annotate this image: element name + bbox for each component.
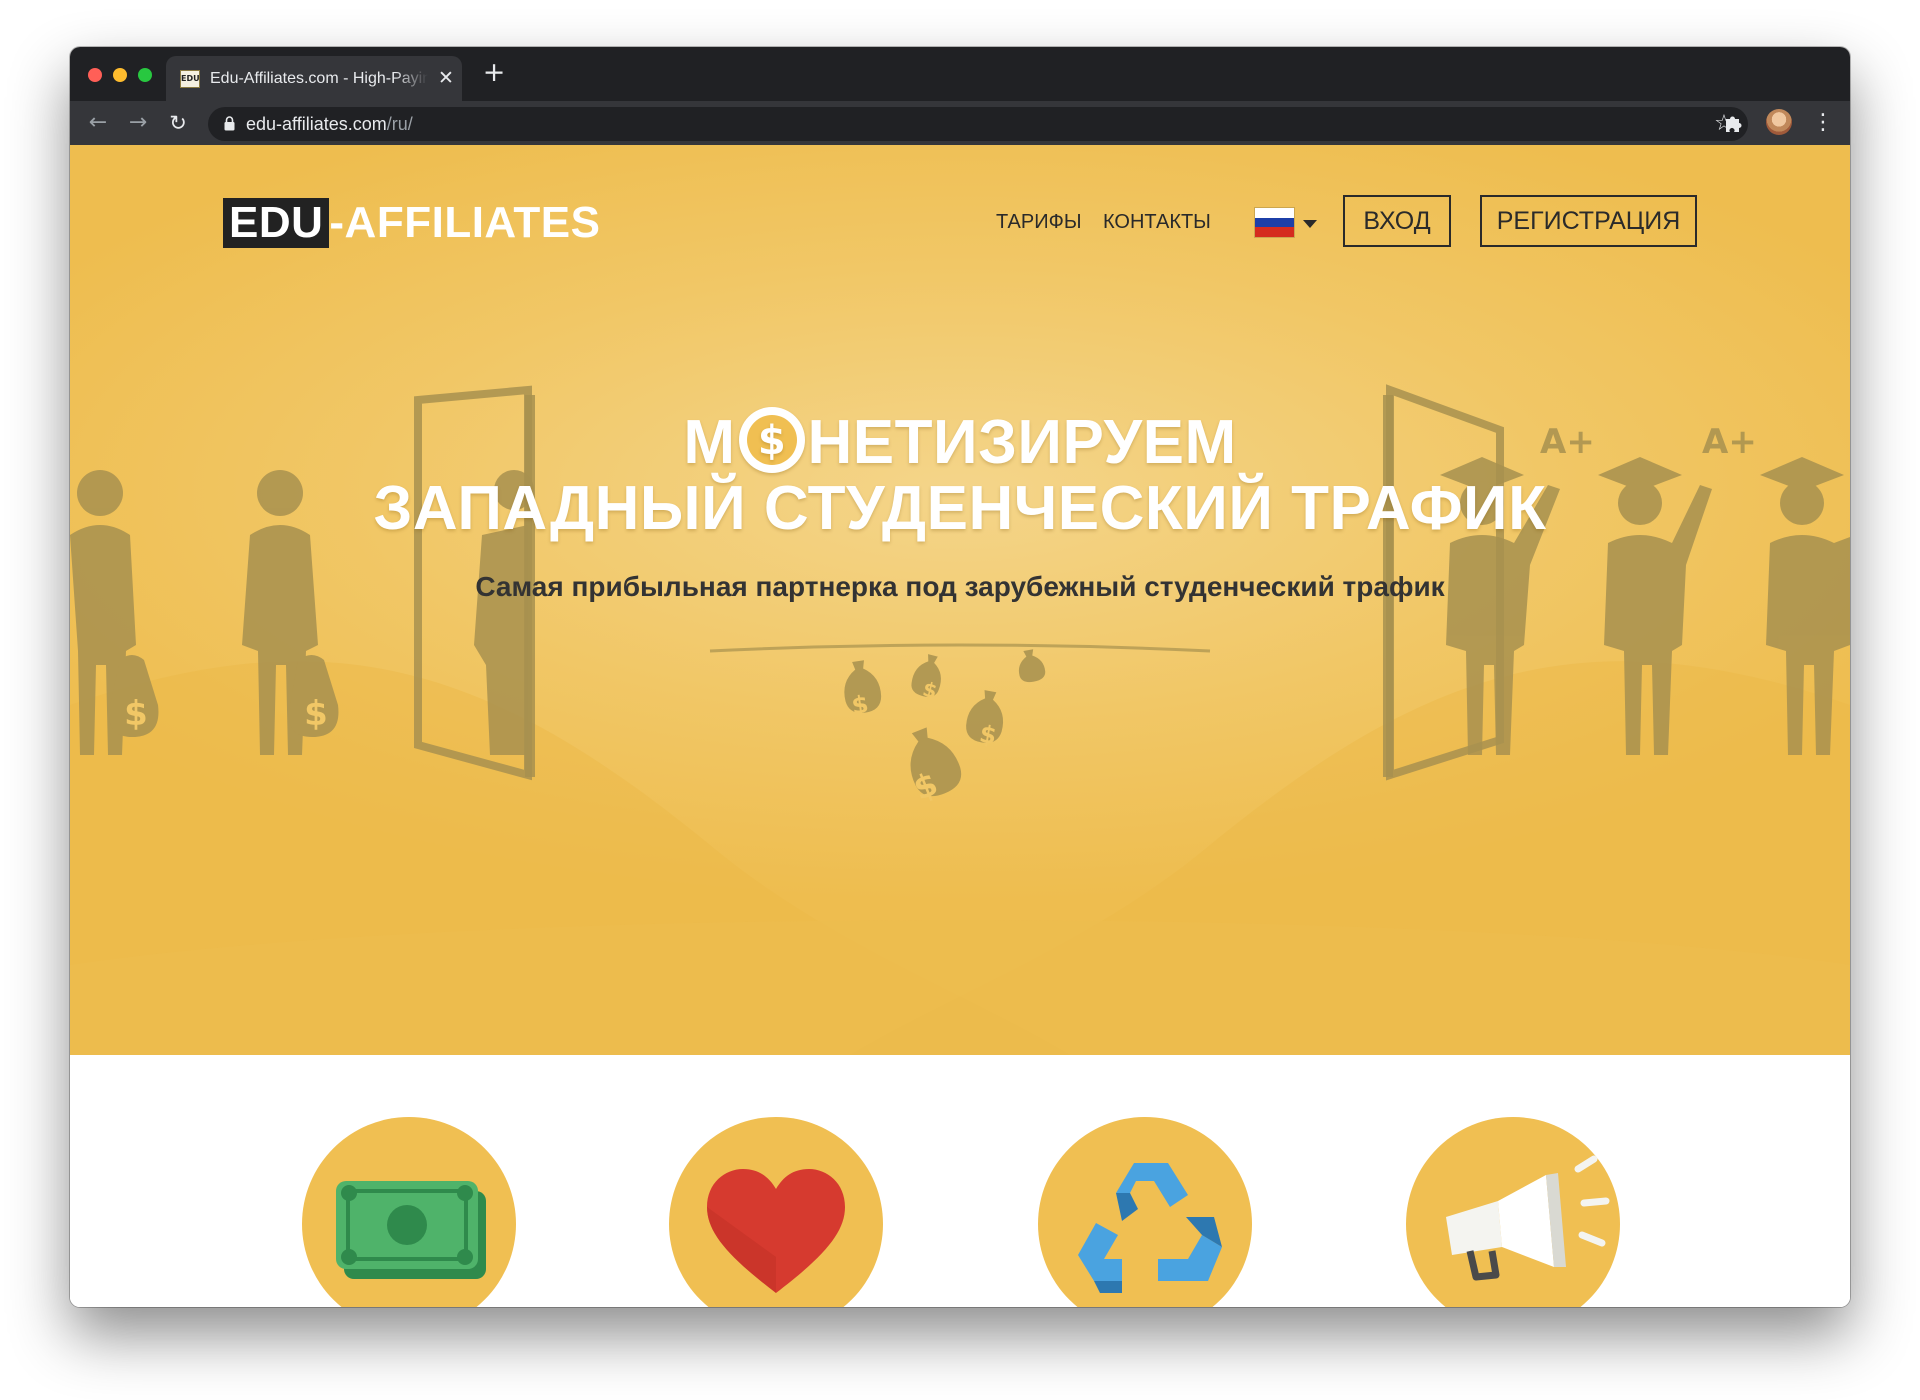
hero-title: М $ НЕТИЗИРУЕМ ЗАПАДНЫЙ СТУДЕНЧЕСКИЙ ТРАФИ… xyxy=(70,407,1850,542)
profile-avatar[interactable] xyxy=(1766,109,1792,135)
logo-edu: EDU xyxy=(223,198,330,248)
tab-title: Edu-Affiliates.com - High-Paying xyxy=(210,70,428,87)
nav-link-tariffs[interactable]: ТАРИФЫ xyxy=(996,209,1082,235)
close-tab-icon[interactable]: ✕ xyxy=(436,68,456,88)
browser-tab-active[interactable]: EDU Edu-Affiliates.com - High-Paying ✕ xyxy=(166,56,462,101)
svg-text:$: $ xyxy=(757,418,785,464)
dollar-coin-icon: $ xyxy=(738,407,805,473)
svg-text:$: $ xyxy=(977,720,998,750)
close-window-button[interactable] xyxy=(88,68,102,82)
reload-icon[interactable]: ↻ xyxy=(162,107,194,139)
caret-down-icon xyxy=(1303,220,1317,228)
svg-text:$: $ xyxy=(124,694,148,734)
heart-icon xyxy=(707,1169,845,1293)
new-tab-button[interactable]: + xyxy=(482,59,506,86)
maximize-window-button[interactable] xyxy=(138,68,152,82)
nav-link-contacts[interactable]: КОНТАКТЫ xyxy=(1103,209,1211,235)
favicon-icon: EDU xyxy=(180,70,200,88)
feature-money xyxy=(302,1117,516,1307)
browser-toolbar: ← → ↻ edu-affiliates.com/ru/ ☆ ⋮ xyxy=(70,101,1850,145)
back-icon[interactable]: ← xyxy=(82,107,114,139)
hero-subtitle: Самая прибыльная партнерка под зарубежны… xyxy=(475,571,1445,602)
lock-icon xyxy=(224,116,235,131)
page-viewport: $ $ A+ A+ $ $ $ $ EDU -AFFILIATES ТАРИФЫ… xyxy=(70,145,1850,1307)
register-button[interactable]: РЕГИСТРАЦИЯ xyxy=(1480,195,1697,247)
feature-megaphone xyxy=(1406,1117,1620,1307)
feature-heart xyxy=(669,1117,883,1307)
extensions-puzzle-icon[interactable] xyxy=(1722,111,1746,135)
browser-menu-icon[interactable]: ⋮ xyxy=(1812,109,1834,137)
url-text: edu-affiliates.com/ru/ xyxy=(246,114,413,134)
address-bar[interactable]: edu-affiliates.com/ru/ ☆ xyxy=(208,107,1748,141)
svg-text:$: $ xyxy=(304,694,328,734)
forward-icon[interactable]: → xyxy=(122,107,154,139)
russian-flag-icon xyxy=(1255,208,1294,237)
money-icon xyxy=(336,1181,486,1279)
language-selector[interactable] xyxy=(1255,208,1319,238)
recycle-icon xyxy=(1078,1163,1222,1293)
site-logo[interactable]: EDU -AFFILIATES xyxy=(223,198,601,248)
feature-recycle xyxy=(1038,1117,1252,1307)
hero-title-suffix: НЕТИЗИРУЕМ xyxy=(807,408,1237,477)
login-button[interactable]: ВХОД xyxy=(1343,195,1451,247)
hero-section: $ $ A+ A+ $ $ $ $ EDU -AFFILIATES ТАРИФЫ… xyxy=(70,145,1850,1055)
hero-title-line-1: М $ НЕТИЗИРУЕМ xyxy=(70,407,1850,476)
hero-title-line-2: ЗАПАДНЫЙ СТУДЕНЧЕСКИЙ ТРАФИК xyxy=(373,474,1547,543)
falling-money-bags xyxy=(844,649,1046,797)
browser-tab-strip: EDU Edu-Affiliates.com - High-Paying ✕ + xyxy=(70,47,1850,101)
logo-affiliates: -AFFILIATES xyxy=(329,198,601,247)
url-host: edu-affiliates.com xyxy=(246,114,387,134)
megaphone-icon xyxy=(1446,1155,1610,1281)
minimize-window-button[interactable] xyxy=(113,68,127,82)
browser-window: EDU Edu-Affiliates.com - High-Paying ✕ +… xyxy=(70,47,1850,1307)
url-path: /ru/ xyxy=(386,114,413,134)
features-section xyxy=(70,1055,1850,1307)
hero-title-prefix: М xyxy=(683,408,736,477)
hero-divider xyxy=(709,643,1211,653)
